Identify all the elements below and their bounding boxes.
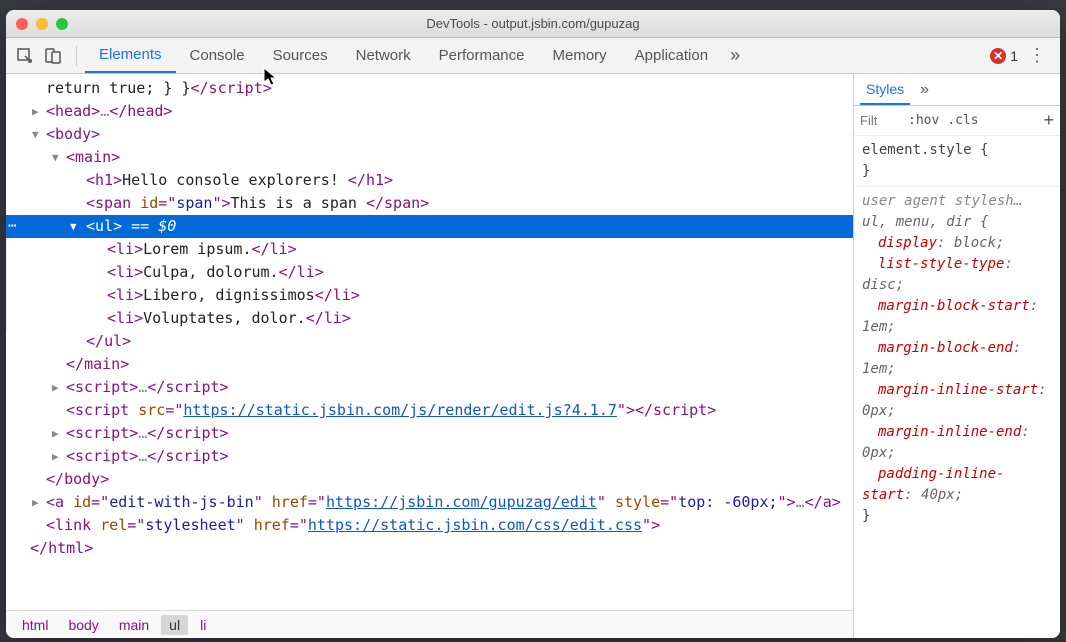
close-brace: } <box>862 161 1052 182</box>
crumb-ul[interactable]: ul <box>161 615 188 635</box>
dom-ul-close[interactable]: </ul> <box>6 330 853 353</box>
dom-main-open[interactable]: ▼ <main> <box>6 146 853 169</box>
toolbar-right: ✕ 1 ⋮ <box>990 45 1052 66</box>
css-declaration[interactable]: list-style-type: disc; <box>862 254 1052 296</box>
breadcrumb: html body main ul li <box>6 610 853 638</box>
tab-memory[interactable]: Memory <box>539 38 621 73</box>
window-title: DevTools - output.jsbin.com/gupuzag <box>6 16 1060 31</box>
dom-link[interactable]: <link rel="stylesheet" href="https://sta… <box>6 514 853 537</box>
dom-html-close[interactable]: </html> <box>6 537 853 560</box>
collapse-icon[interactable]: ▼ <box>32 123 39 146</box>
css-selector[interactable]: ul, menu, dir { <box>862 212 1052 233</box>
expand-icon[interactable]: ▶ <box>52 422 59 445</box>
content: return true; } }</script> ▶ <head>…</hea… <box>6 74 1060 638</box>
crumb-li[interactable]: li <box>192 615 214 635</box>
dom-span[interactable]: <span id="span">This is a span </span> <box>6 192 853 215</box>
expand-icon[interactable]: ▶ <box>52 445 59 468</box>
collapse-icon[interactable]: ▼ <box>52 146 59 169</box>
dom-li[interactable]: <li>Libero, dignissimos</li> <box>6 284 853 307</box>
styles-pane: Styles » :hov .cls + element.style { } u… <box>854 74 1060 638</box>
main-toolbar: Elements Console Sources Network Perform… <box>6 38 1060 74</box>
styles-filter-input[interactable] <box>860 113 900 128</box>
dom-tree[interactable]: return true; } }</script> ▶ <head>…</hea… <box>6 74 853 610</box>
expand-icon[interactable]: ▶ <box>52 376 59 399</box>
minimize-icon[interactable] <box>36 18 48 30</box>
dom-script-src[interactable]: <script src="https://static.jsbin.com/js… <box>6 399 853 422</box>
elements-pane: return true; } }</script> ▶ <head>…</hea… <box>6 74 854 638</box>
dom-body-open[interactable]: ▼ <body> <box>6 123 853 146</box>
crumb-main[interactable]: main <box>111 615 157 635</box>
error-badge[interactable]: ✕ 1 <box>990 48 1018 64</box>
css-declaration[interactable]: margin-inline-start: 0px; <box>862 380 1052 422</box>
zoom-icon[interactable] <box>56 18 68 30</box>
styles-toolbar: :hov .cls + <box>854 106 1060 136</box>
panel-tabs: Elements Console Sources Network Perform… <box>85 38 988 73</box>
dom-main-close[interactable]: </main> <box>6 353 853 376</box>
hover-toggle[interactable]: :hov <box>908 113 939 128</box>
dom-li[interactable]: <li>Voluptates, dolor.</li> <box>6 307 853 330</box>
devtools-window: DevTools - output.jsbin.com/gupuzag Elem… <box>6 10 1060 638</box>
css-declaration[interactable]: padding-inline-start: 40px; <box>862 464 1052 506</box>
dom-line[interactable]: return true; } }</script> <box>6 77 853 100</box>
tab-elements[interactable]: Elements <box>85 38 176 73</box>
inspect-icon[interactable] <box>14 45 36 67</box>
tab-console[interactable]: Console <box>176 38 259 73</box>
device-icon[interactable] <box>42 45 64 67</box>
error-icon: ✕ <box>990 48 1006 64</box>
crumb-body[interactable]: body <box>60 615 106 635</box>
css-declaration[interactable]: display: block; <box>862 233 1052 254</box>
css-declaration[interactable]: margin-block-end: 1em; <box>862 338 1052 380</box>
separator <box>76 46 77 66</box>
styles-tabs-overflow-icon[interactable]: » <box>920 81 929 99</box>
close-brace: } <box>862 506 1052 527</box>
cls-toggle[interactable]: .cls <box>947 113 978 128</box>
css-declaration[interactable]: margin-block-start: 1em; <box>862 296 1052 338</box>
element-style-label[interactable]: element.style { <box>862 140 1052 161</box>
more-menu-icon[interactable]: ⋮ <box>1028 45 1046 66</box>
tab-sources[interactable]: Sources <box>259 38 342 73</box>
crumb-html[interactable]: html <box>14 615 56 635</box>
dom-body-close[interactable]: </body> <box>6 468 853 491</box>
new-rule-icon[interactable]: + <box>1043 110 1054 131</box>
tab-styles[interactable]: Styles <box>860 75 910 105</box>
dom-li[interactable]: <li>Culpa, dolorum.</li> <box>6 261 853 284</box>
tab-performance[interactable]: Performance <box>425 38 539 73</box>
titlebar: DevTools - output.jsbin.com/gupuzag <box>6 10 1060 38</box>
expand-icon[interactable]: ▶ <box>32 491 39 514</box>
css-declaration[interactable]: margin-inline-end: 0px; <box>862 422 1052 464</box>
dom-li[interactable]: <li>Lorem ipsum.</li> <box>6 238 853 261</box>
tabs-overflow-icon[interactable]: » <box>722 45 748 66</box>
collapse-icon[interactable]: ▼ <box>70 215 77 238</box>
dom-h1[interactable]: <h1>Hello console explorers! </h1> <box>6 169 853 192</box>
close-icon[interactable] <box>16 18 28 30</box>
dom-script-collapsed[interactable]: ▶ <script>…</script> <box>6 422 853 445</box>
dom-a[interactable]: ▶ <a id="edit-with-js-bin" href="https:/… <box>6 491 853 514</box>
error-count: 1 <box>1010 48 1018 64</box>
styles-body[interactable]: element.style { } user agent stylesh… ul… <box>854 136 1060 638</box>
dom-ul-open-selected[interactable]: ▼ <ul> == $0 <box>6 215 853 238</box>
tab-network[interactable]: Network <box>342 38 425 73</box>
dom-head[interactable]: ▶ <head>…</head> <box>6 100 853 123</box>
dom-script-collapsed[interactable]: ▶ <script>…</script> <box>6 376 853 399</box>
traffic-lights <box>6 18 68 30</box>
dom-script-collapsed[interactable]: ▶ <script>…</script> <box>6 445 853 468</box>
ua-stylesheet-label: user agent stylesh… <box>862 191 1052 212</box>
expand-icon[interactable]: ▶ <box>32 100 39 123</box>
styles-tabs: Styles » <box>854 74 1060 106</box>
tab-application[interactable]: Application <box>621 38 722 73</box>
